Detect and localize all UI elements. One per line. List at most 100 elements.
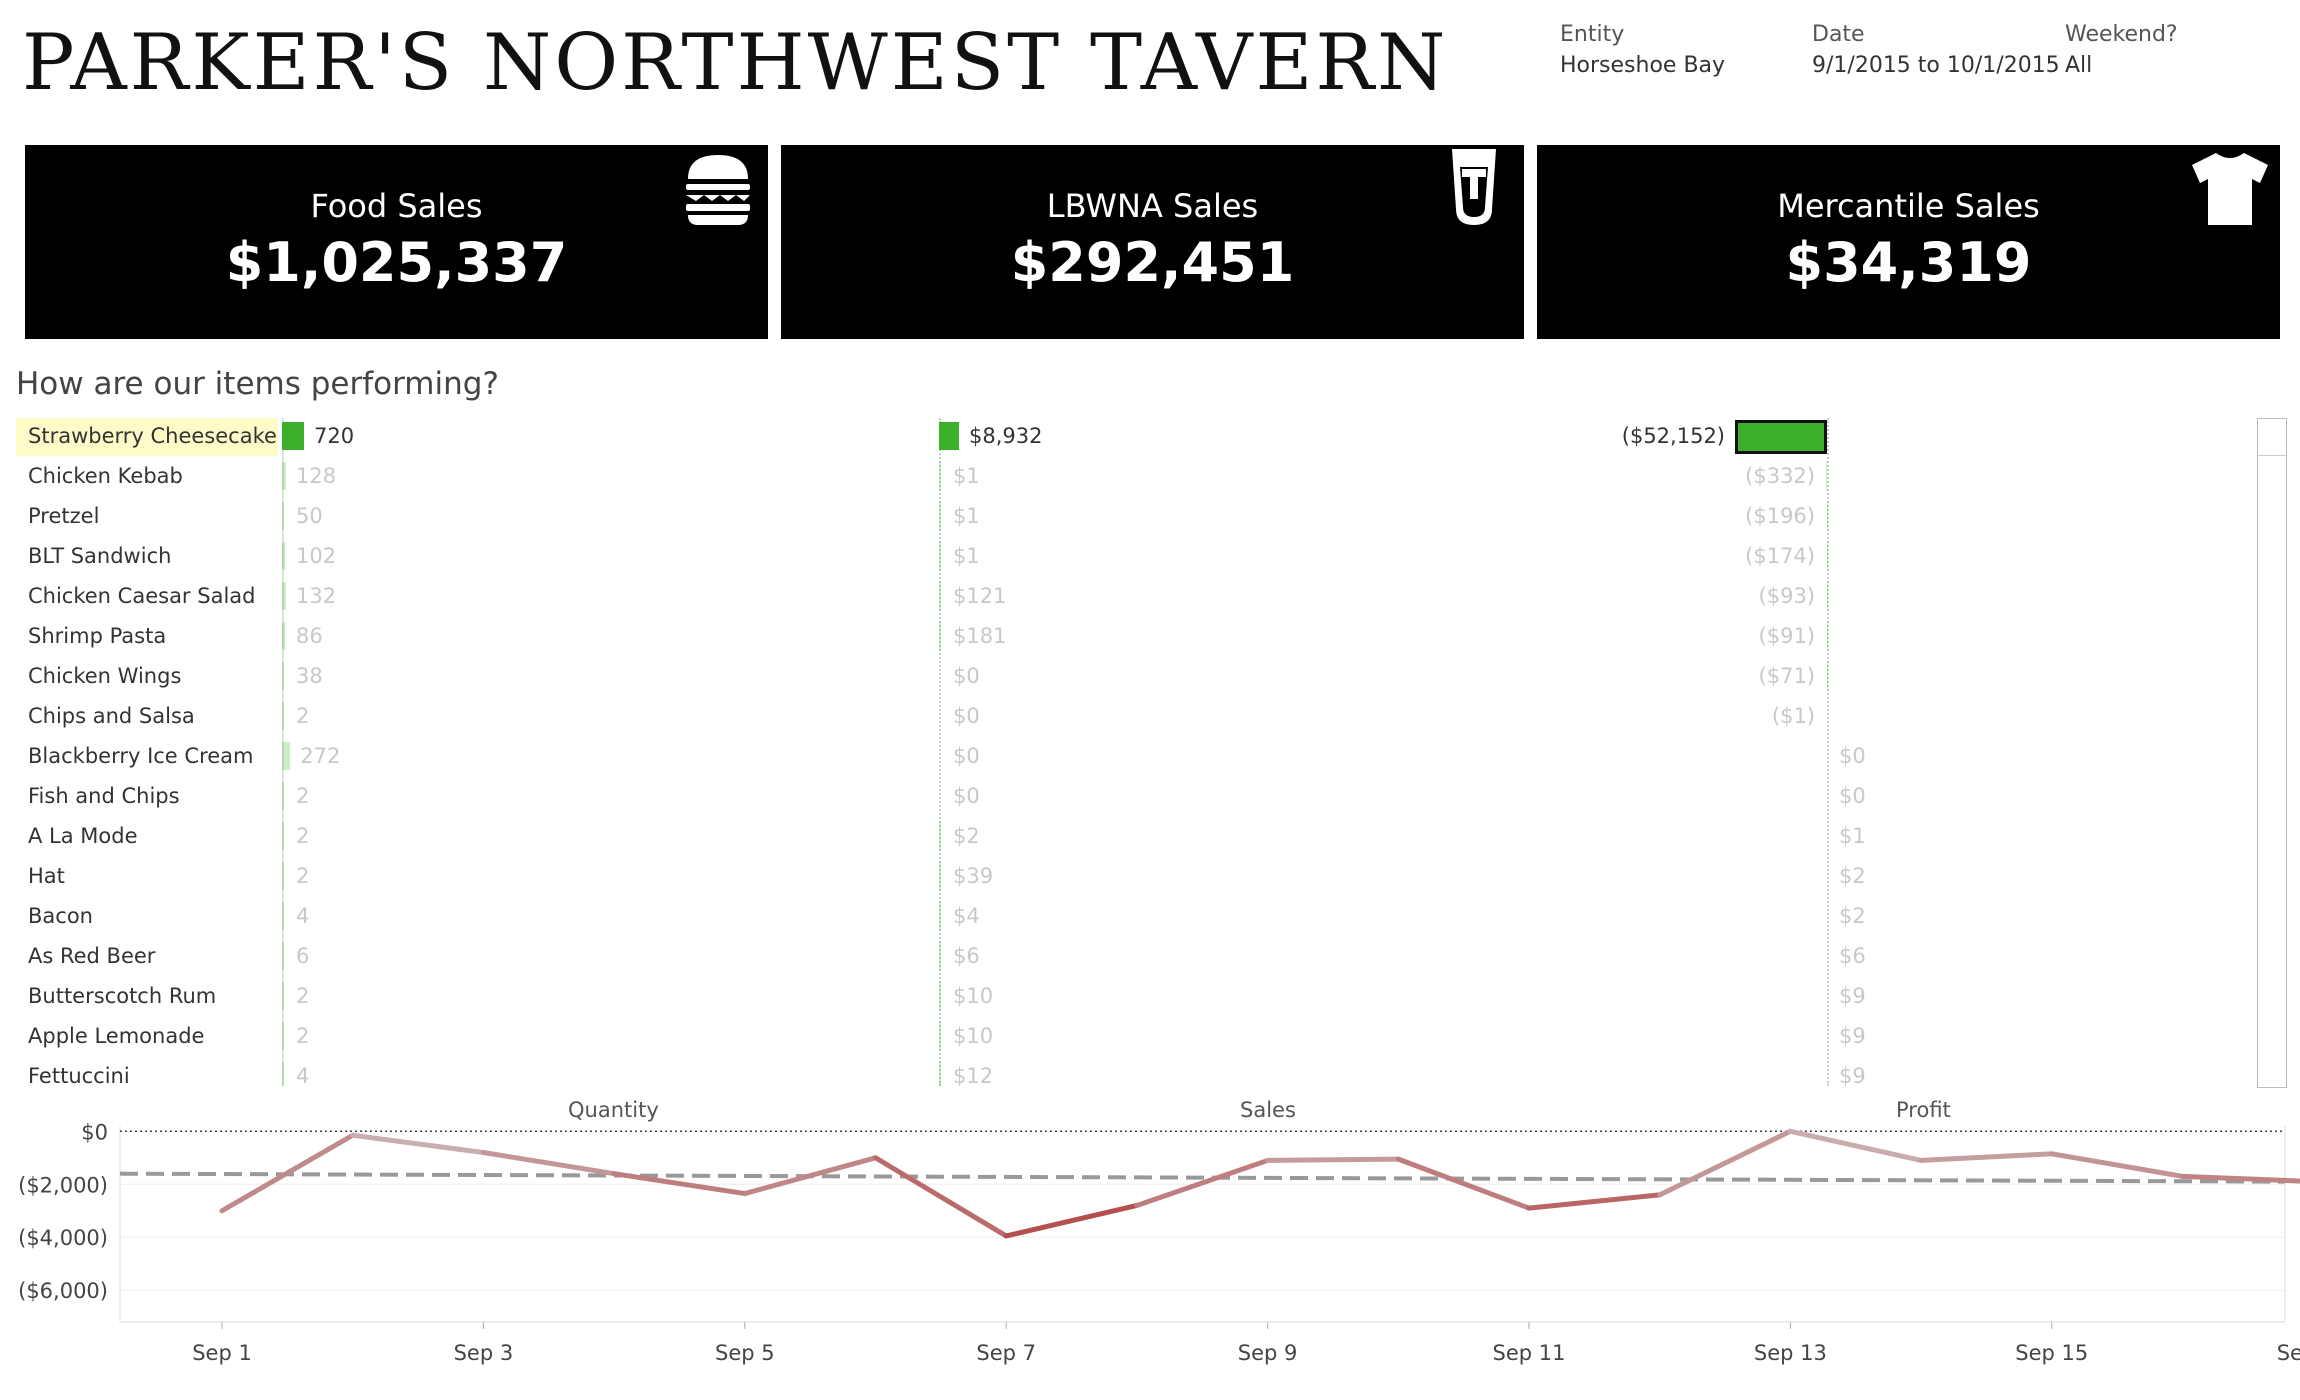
- item-row[interactable]: Fish and Chips 2 $0 $0: [0, 778, 2260, 818]
- sales-bar[interactable]: [939, 582, 941, 610]
- item-row[interactable]: Pretzel 50 $1 ($196): [0, 498, 2260, 538]
- item-name[interactable]: BLT Sandwich: [28, 544, 171, 568]
- filter-value[interactable]: All: [2065, 53, 2178, 78]
- quantity-bar[interactable]: [282, 822, 284, 850]
- filter-label: Weekend?: [2065, 22, 2178, 47]
- x-tick-label: Sep 7: [976, 1341, 1036, 1365]
- quantity-bar[interactable]: [282, 422, 304, 450]
- sales-bar[interactable]: [939, 862, 941, 890]
- quantity-bar[interactable]: [282, 582, 287, 610]
- item-row[interactable]: Chips and Salsa 2 $0 ($1): [0, 698, 2260, 738]
- item-row[interactable]: Bacon 4 $4 $2: [0, 898, 2260, 938]
- section-title: How are our items performing?: [16, 366, 499, 402]
- quantity-bar[interactable]: [282, 542, 286, 570]
- item-name[interactable]: Fish and Chips: [28, 784, 180, 808]
- sales-bar[interactable]: [939, 1062, 941, 1086]
- quantity-bar[interactable]: [282, 662, 284, 690]
- item-row[interactable]: Strawberry Cheesecake 720 $8,932 ($52,152): [0, 418, 2260, 458]
- filter-value[interactable]: 9/1/2015 to 10/1/2015: [1812, 53, 2060, 78]
- item-name[interactable]: As Red Beer: [28, 944, 155, 968]
- item-row[interactable]: Butterscotch Rum 2 $10 $9: [0, 978, 2260, 1018]
- item-name[interactable]: Chicken Kebab: [28, 464, 183, 488]
- sales-bar[interactable]: [939, 1022, 941, 1050]
- item-row[interactable]: As Red Beer 6 $6 $6: [0, 938, 2260, 978]
- quantity-label: 2: [296, 784, 310, 808]
- item-row[interactable]: Chicken Kebab 128 $1 ($332): [0, 458, 2260, 498]
- sales-bar[interactable]: [939, 542, 941, 570]
- quantity-bar[interactable]: [282, 1062, 284, 1086]
- item-name[interactable]: Strawberry Cheesecake: [28, 424, 277, 448]
- items-table[interactable]: Strawberry Cheesecake 720 $8,932 ($52,152) C…: [0, 418, 2260, 1086]
- item-name[interactable]: Bacon: [28, 904, 93, 928]
- item-name[interactable]: Shrimp Pasta: [28, 624, 166, 648]
- item-name[interactable]: Butterscotch Rum: [28, 984, 216, 1008]
- sales-bar[interactable]: [939, 422, 959, 450]
- x-tick-label: Sep 15: [2015, 1341, 2088, 1365]
- y-tick-label: ($2,000): [18, 1173, 108, 1197]
- quantity-bar[interactable]: [282, 462, 286, 490]
- filter-value[interactable]: Horseshoe Bay: [1560, 53, 1725, 78]
- profit-line-segment: [1265, 1156, 1401, 1163]
- sales-bar[interactable]: [939, 942, 941, 970]
- profit-bar[interactable]: [1735, 420, 1827, 454]
- item-row[interactable]: Apple Lemonade 2 $10 $9: [0, 1018, 2260, 1058]
- profit-label: $9: [1839, 984, 1866, 1008]
- item-row[interactable]: Chicken Caesar Salad 132 $121 ($93): [0, 578, 2260, 618]
- scrollbar[interactable]: [2257, 418, 2287, 1088]
- quantity-bar[interactable]: [282, 902, 284, 930]
- quantity-bar[interactable]: [282, 702, 284, 730]
- sales-bar[interactable]: [939, 902, 941, 930]
- item-name[interactable]: Fettuccini: [28, 1064, 130, 1086]
- kpi-food-sales[interactable]: Food Sales $1,025,337: [25, 145, 768, 339]
- kpi-lbwna-sales[interactable]: LBWNA Sales $292,451: [781, 145, 1524, 339]
- x-tick-label: Sep 1: [192, 1341, 252, 1365]
- sales-bar[interactable]: [939, 982, 941, 1010]
- sales-bar[interactable]: [939, 622, 941, 650]
- quantity-bar[interactable]: [282, 502, 284, 530]
- sales-bar[interactable]: [939, 462, 941, 490]
- sales-bar[interactable]: [939, 822, 941, 850]
- kpi-mercantile-sales[interactable]: Mercantile Sales $34,319: [1537, 145, 2280, 339]
- item-row[interactable]: Shrimp Pasta 86 $181 ($91): [0, 618, 2260, 658]
- profit-label: $6: [1839, 944, 1866, 968]
- profit-label: ($93): [1758, 584, 1815, 608]
- filter-date[interactable]: Date 9/1/2015 to 10/1/2015: [1812, 22, 2060, 78]
- filter-entity[interactable]: Entity Horseshoe Bay: [1560, 22, 1725, 78]
- item-name[interactable]: Chips and Salsa: [28, 704, 195, 728]
- filter-weekend[interactable]: Weekend? All: [2065, 22, 2178, 78]
- item-name[interactable]: Hat: [28, 864, 65, 888]
- sales-bar[interactable]: [939, 502, 941, 530]
- item-row[interactable]: Chicken Wings 38 $0 ($71): [0, 658, 2260, 698]
- scrollbar-thumb[interactable]: [2258, 419, 2286, 456]
- quantity-bar[interactable]: [282, 1022, 284, 1050]
- item-row[interactable]: BLT Sandwich 102 $1 ($174): [0, 538, 2260, 578]
- profit-bar[interactable]: [1826, 462, 1827, 490]
- profit-label: $2: [1839, 904, 1866, 928]
- quantity-bar[interactable]: [282, 942, 284, 970]
- item-row[interactable]: Blackberry Ice Cream 272 $0 $0: [0, 738, 2260, 778]
- kpi-value: $292,451: [1010, 231, 1295, 294]
- item-name[interactable]: Chicken Caesar Salad: [28, 584, 255, 608]
- item-row[interactable]: Fettuccini 4 $12 $9: [0, 1058, 2260, 1086]
- item-name[interactable]: Chicken Wings: [28, 664, 181, 688]
- profit-line-segment: [480, 1149, 617, 1177]
- profit-label: ($332): [1745, 464, 1815, 488]
- filter-label: Date: [1812, 22, 1865, 47]
- item-name[interactable]: Pretzel: [28, 504, 99, 528]
- sales-label: $12: [953, 1064, 994, 1086]
- item-name[interactable]: A La Mode: [28, 824, 138, 848]
- quantity-bar[interactable]: [282, 862, 284, 890]
- quantity-label: 38: [296, 664, 323, 688]
- item-name[interactable]: Blackberry Ice Cream: [28, 744, 253, 768]
- item-row[interactable]: A La Mode 2 $2 $1: [0, 818, 2260, 858]
- item-name[interactable]: Apple Lemonade: [28, 1024, 204, 1048]
- quantity-label: 132: [296, 584, 337, 608]
- quantity-bar[interactable]: [282, 782, 284, 810]
- item-row[interactable]: Hat 2 $39 $2: [0, 858, 2260, 898]
- quantity-bar[interactable]: [282, 742, 291, 770]
- profit-label: ($52,152): [1621, 424, 1725, 448]
- quantity-bar[interactable]: [282, 622, 285, 650]
- quantity-bar[interactable]: [282, 982, 284, 1010]
- x-tick-label: Sep 5: [715, 1341, 775, 1365]
- profit-label: $0: [1839, 744, 1866, 768]
